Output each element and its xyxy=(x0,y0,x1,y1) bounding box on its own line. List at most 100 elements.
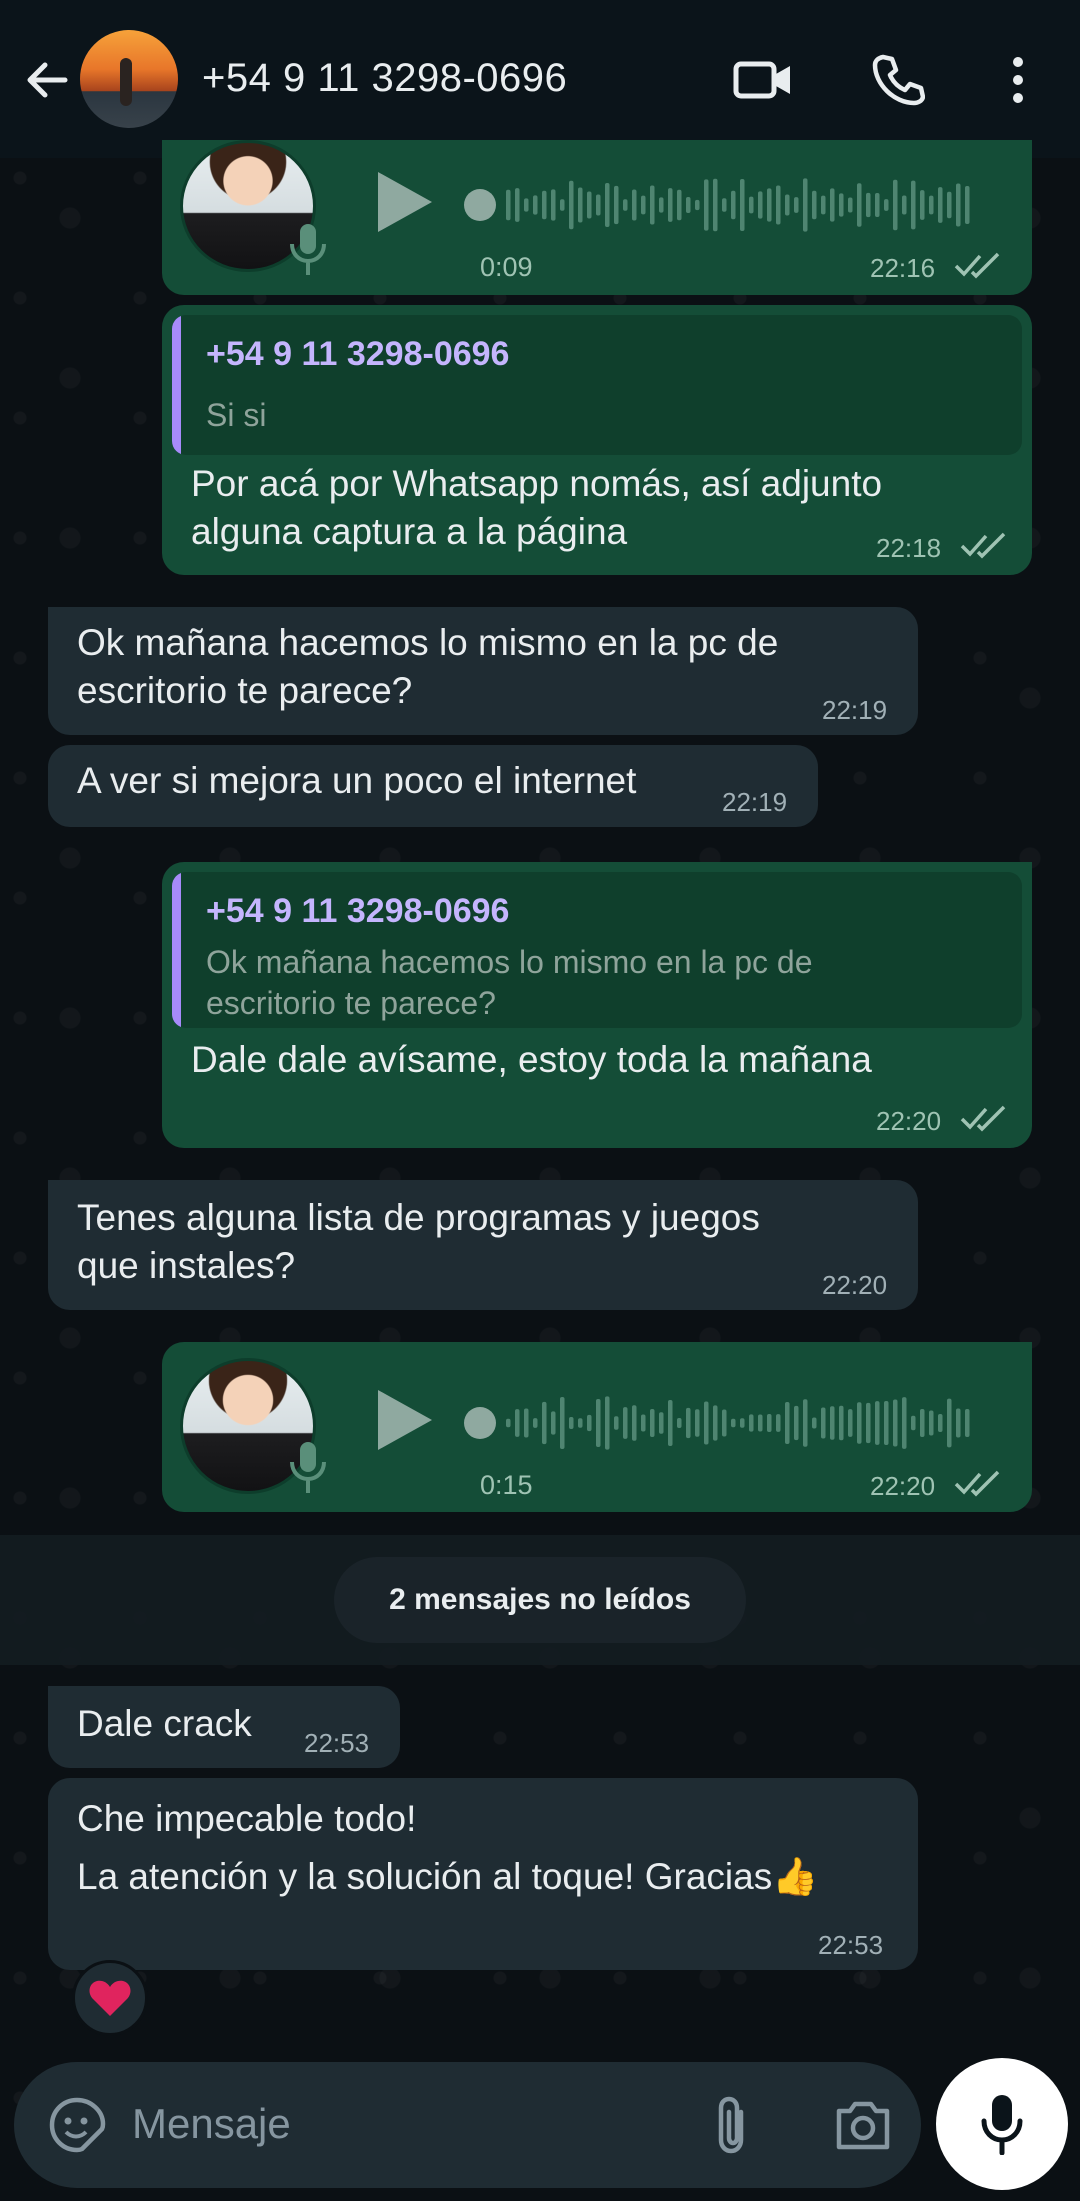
waveform-bar xyxy=(659,197,664,213)
message-bubble-in[interactable]: Tenes alguna lista de programas y juegos… xyxy=(48,1180,918,1310)
waveform-bar xyxy=(551,189,556,221)
mic-button[interactable] xyxy=(936,2058,1068,2190)
waveform-bar xyxy=(686,196,691,214)
back-arrow-icon[interactable] xyxy=(18,52,74,108)
read-ticks-icon xyxy=(954,1468,1002,1498)
quoted-message[interactable]: +54 9 11 3298-0696 Ok mañana hacemos lo … xyxy=(172,872,1022,1028)
mic-icon xyxy=(981,2095,1023,2155)
waveform-bar xyxy=(776,185,781,225)
waveform-bar xyxy=(803,1399,808,1447)
contact-avatar[interactable] xyxy=(80,30,178,128)
message-time: 22:20 xyxy=(876,1106,942,1136)
message-text: A ver si mejora un poco el internet xyxy=(77,760,637,801)
unread-divider: 2 mensajes no leídos xyxy=(0,1535,1080,1665)
read-ticks-icon xyxy=(954,250,1002,280)
message-time: 22:18 xyxy=(876,533,942,563)
waveform-bar xyxy=(893,179,898,231)
message-time: 22:53 xyxy=(818,1930,884,1960)
playback-position xyxy=(464,1407,496,1439)
camera-icon[interactable] xyxy=(830,2092,896,2158)
reaction-heart-icon[interactable] xyxy=(72,1960,148,2036)
message-bubble-in[interactable]: A ver si mejora un poco el internet 22:1… xyxy=(48,745,818,827)
waveform-bar xyxy=(857,1402,862,1444)
message-bubble-out[interactable]: +54 9 11 3298-0696 Ok mañana hacemos lo … xyxy=(162,862,1032,1148)
message-time: 22:20 xyxy=(870,1471,936,1501)
waveform-bar xyxy=(641,195,646,215)
waveform-bar xyxy=(623,199,628,211)
waveform-bar xyxy=(515,1409,520,1437)
waveform-bar xyxy=(812,1417,817,1429)
waveform-bar xyxy=(884,199,889,211)
waveform-bar xyxy=(560,1397,565,1449)
waveform-bar xyxy=(587,191,592,219)
waveform-bar xyxy=(686,1407,691,1439)
waveform-bar xyxy=(614,185,619,225)
waveform-bar xyxy=(749,196,754,214)
waveform-bar xyxy=(551,1411,556,1435)
playback-position xyxy=(464,189,496,221)
waveform-bar xyxy=(803,178,808,232)
waveform-bar xyxy=(848,1409,853,1437)
waveform-bar xyxy=(911,180,916,230)
waveform-bar xyxy=(695,1409,700,1437)
message-bubble-out[interactable]: +54 9 11 3298-0696 Si si Por acá por Wha… xyxy=(162,305,1032,575)
waveform[interactable] xyxy=(462,1388,972,1458)
message-time: 22:19 xyxy=(722,787,788,817)
voice-duration: 0:15 xyxy=(480,1470,533,1500)
contact-name[interactable]: +54 9 11 3298-0696 xyxy=(202,56,567,101)
message-text: Por acá por Whatsapp nomás, así adjunto … xyxy=(191,463,883,552)
waveform-bar xyxy=(749,1414,754,1432)
message-bubble-in[interactable]: Ok mañana hacemos lo mismo en la pc de e… xyxy=(48,607,918,735)
waveform-bar xyxy=(893,1399,898,1447)
waveform-bar xyxy=(938,187,943,223)
read-ticks-icon xyxy=(960,530,1008,560)
waveform-bar xyxy=(920,190,925,220)
waveform-bar xyxy=(812,190,817,220)
waveform-bar xyxy=(632,189,637,221)
voice-message[interactable]: 0:15 22:20 xyxy=(162,1342,1032,1512)
waveform-bar xyxy=(884,1401,889,1445)
waveform-bar xyxy=(785,1401,790,1445)
play-icon[interactable] xyxy=(374,170,434,234)
quoted-message[interactable]: +54 9 11 3298-0696 Si si xyxy=(172,315,1022,455)
waveform-bar xyxy=(830,188,835,222)
attach-icon[interactable] xyxy=(698,2092,764,2158)
waveform-bar xyxy=(740,179,745,231)
waveform-bar xyxy=(704,179,709,231)
message-text: Che impecable todo! La atención y la sol… xyxy=(77,1798,819,1897)
waveform-bar xyxy=(776,1414,781,1432)
waveform-bar xyxy=(659,1412,664,1434)
waveform-bar xyxy=(596,1398,601,1448)
waveform-bar xyxy=(866,1402,871,1444)
message-input[interactable] xyxy=(132,2094,692,2154)
waveform-bar xyxy=(713,178,718,232)
message-text: Ok mañana hacemos lo mismo en la pc de e… xyxy=(77,622,779,711)
waveform[interactable] xyxy=(462,170,972,240)
play-icon[interactable] xyxy=(374,1388,434,1452)
waveform-bar xyxy=(542,190,547,220)
waveform-bar xyxy=(569,1417,574,1429)
message-bubble-in[interactable]: Che impecable todo! La atención y la sol… xyxy=(48,1778,918,1970)
waveform-bar xyxy=(875,192,880,218)
waveform-bar xyxy=(965,1408,970,1438)
read-ticks-icon xyxy=(960,1103,1008,1133)
waveform-bar xyxy=(650,1409,655,1437)
waveform-bar xyxy=(731,190,736,220)
waveform-bar xyxy=(902,1397,907,1449)
waveform-bar xyxy=(533,195,538,215)
video-call-icon[interactable] xyxy=(733,50,793,110)
waveform-bar xyxy=(956,183,961,227)
message-time: 22:20 xyxy=(822,1270,888,1300)
phone-icon[interactable] xyxy=(868,50,928,110)
message-time: 22:16 xyxy=(870,253,936,283)
waveform-bar xyxy=(938,1413,943,1433)
voice-message[interactable]: 0:09 22:16 xyxy=(162,140,1032,295)
waveform-bar xyxy=(614,1416,619,1430)
waveform-bar xyxy=(839,193,844,217)
message-text: Tenes alguna lista de programas y juegos… xyxy=(77,1197,760,1286)
message-bubble-in[interactable]: Dale crack 22:53 xyxy=(48,1686,400,1768)
message-time: 22:53 xyxy=(304,1728,370,1758)
waveform-bar xyxy=(794,197,799,213)
sticker-icon[interactable] xyxy=(44,2092,110,2158)
more-options-icon[interactable] xyxy=(988,50,1048,110)
